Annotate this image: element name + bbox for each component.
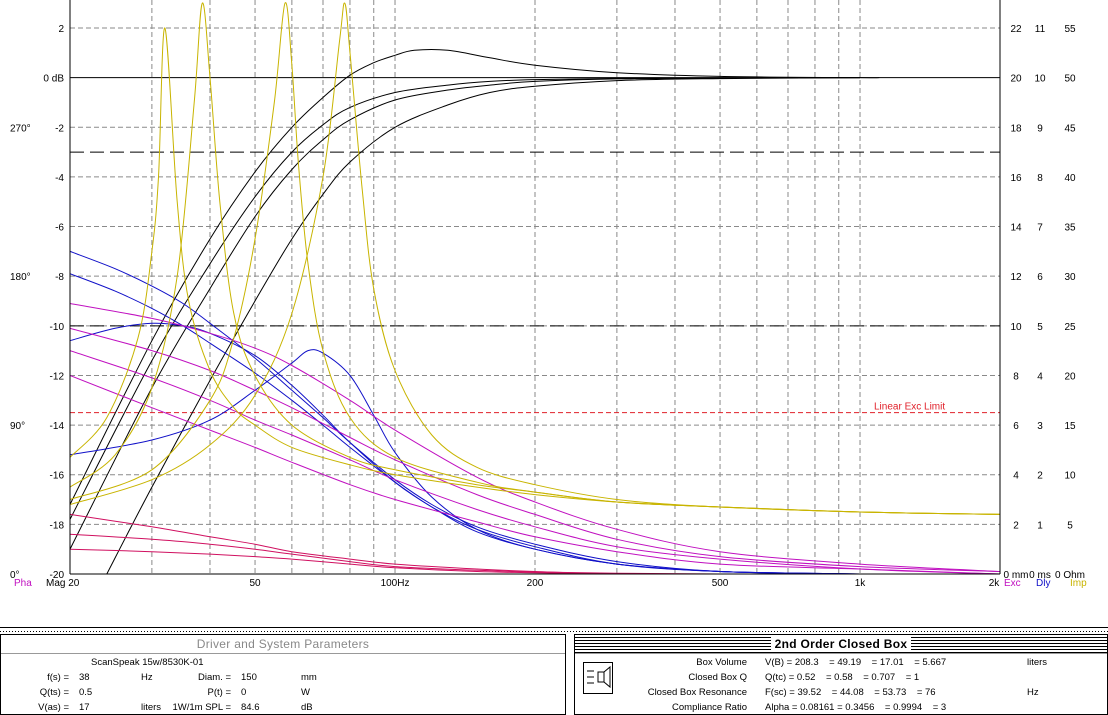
mag-tick-label: -6 (55, 223, 64, 234)
driver-param-cell: mm (301, 672, 317, 683)
driver-param-cell: Hz (141, 672, 153, 683)
imp-tick-label: 25 (1064, 322, 1076, 333)
driver-param-cell[interactable]: 17 (79, 702, 90, 713)
exc-tick-label: 10 (1010, 322, 1022, 333)
speaker-box-icon (583, 662, 613, 694)
dly-tick-label: 10 (1034, 74, 1046, 85)
magnitude-series-line (70, 77, 861, 550)
driver-param-cell[interactable]: 0.5 (79, 687, 92, 698)
driver-param-cell: liters (141, 702, 162, 713)
dly-tick-label: 3 (1037, 421, 1043, 432)
box-param-unit: liters (1027, 657, 1048, 668)
imp-tick-label: 35 (1064, 223, 1076, 234)
x-tick-label: 2k (989, 578, 1001, 589)
imp-tick-label: 5 (1067, 520, 1073, 531)
exc-tick-label: 22 (1010, 24, 1022, 35)
imp-tick-label: 55 (1064, 24, 1076, 35)
x-tick-label: 1k (855, 578, 867, 589)
phase-tick-label: 90° (10, 421, 25, 432)
driver-param-cell: W (301, 687, 310, 698)
excursion-series-line (70, 273, 861, 574)
imp-tick-label: 15 (1064, 421, 1076, 432)
imp-tick-label: 45 (1064, 123, 1076, 134)
driver-param-cell[interactable]: 84.6 (241, 702, 260, 713)
dly-tick-label: 8 (1037, 173, 1043, 184)
driver-panel[interactable]: Driver and System Parameters ScanSpeak 1… (0, 634, 566, 715)
driver-param-cell[interactable]: 150 (241, 672, 257, 683)
driver-param-cell: V(as) = (38, 702, 69, 713)
imp-tick-label: 40 (1064, 173, 1076, 184)
box-param-values[interactable]: Q(tc) = 0.52 = 0.58 = 0.707 = 1 (765, 672, 919, 683)
box-param-values[interactable]: F(sc) = 39.52 = 44.08 = 53.73 = 76 (765, 687, 936, 698)
driver-param-cell: Q(ts) = (39, 687, 69, 698)
exc-axis-label: Exc (1004, 578, 1021, 589)
excursion-series-line (70, 322, 861, 574)
box-param-label: Closed Box Q (688, 672, 747, 683)
x-tick-label: 200 (527, 578, 544, 589)
x-tick-label: 100Hz (381, 578, 410, 589)
driver-name: ScanSpeak 15w/8530K-01 (91, 657, 204, 668)
mag-tick-label: -10 (50, 322, 65, 333)
dly-tick-label: 6 (1037, 272, 1043, 283)
driver-param-cell[interactable]: 0 (241, 687, 246, 698)
driver-param-cell: P(t) = (207, 687, 232, 698)
x-tick-label: 50 (249, 578, 261, 589)
linear-exc-limit-label: Linear Exc Limit (874, 402, 945, 413)
phase-axis-label: Pha (14, 578, 32, 589)
magnitude-series-line (70, 49, 880, 505)
imp-tick-label: 30 (1064, 272, 1076, 283)
exc-tick-label: 18 (1010, 123, 1022, 134)
mag-tick-label: -18 (50, 520, 65, 531)
box-panel[interactable]: 2nd Order Closed Box Box Volume V(B) = 20… (574, 634, 1108, 715)
dly-tick-label: 5 (1037, 322, 1043, 333)
mag-tick-label: -16 (50, 471, 65, 482)
imp-tick-label: 20 (1064, 371, 1076, 382)
dly-tick-label: 9 (1037, 123, 1043, 134)
box-panel-title: 2nd Order Closed Box (575, 635, 1107, 654)
phase-tick-label: 270° (10, 123, 31, 134)
driver-param-cell: 1W/1m SPL = (172, 702, 231, 713)
exc-tick-label: 6 (1013, 421, 1019, 432)
exc-tick-label: 2 (1013, 520, 1019, 531)
driver-param-cell[interactable]: 38 (79, 672, 90, 683)
response-chart: Linear Exc Limit 2 0 dB -2 -4 -6 -8 -10 -12 -14 -1… (10, 0, 1087, 589)
imp-axis-label: Imp (1070, 578, 1087, 589)
box-param-values[interactable]: Alpha = 0.08161 = 0.3456 = 0.9994 = 3 (765, 702, 946, 713)
dly-tick-label: 11 (1035, 24, 1046, 35)
exc-tick-label: 14 (1010, 223, 1022, 234)
driver-param-cell: f(s) = (47, 672, 69, 683)
phase-tick-label: 180° (10, 272, 31, 283)
driver-panel-title: Driver and System Parameters (1, 635, 565, 654)
exc-tick-label: 12 (1010, 272, 1022, 283)
mag-tick-label: -14 (50, 421, 65, 432)
exc-tick-label: 20 (1010, 74, 1022, 85)
dly-axis-label: Dly (1036, 578, 1050, 589)
dly-tick-label: 7 (1037, 223, 1043, 234)
driver-param-cell: Diam. = (198, 672, 231, 683)
mag-tick-label: -12 (50, 371, 65, 382)
mag-tick-label: 2 (58, 24, 64, 35)
dly-tick-label: 2 (1037, 471, 1043, 482)
imp-tick-label: 10 (1064, 471, 1076, 482)
mag-tick-label: -2 (55, 123, 64, 134)
imp-tick-label: 50 (1064, 74, 1076, 85)
driver-param-cell: dB (301, 702, 313, 713)
exc-tick-label: 4 (1013, 471, 1019, 482)
x-tick-label: 500 (712, 578, 729, 589)
box-param-label: Closed Box Resonance (647, 687, 747, 698)
mag-tick-label: -8 (55, 272, 64, 283)
box-param-unit: Hz (1027, 687, 1039, 698)
x-tick-label: Mag 20 (46, 578, 80, 589)
exc-tick-label: 8 (1013, 371, 1019, 382)
mag-tick-label: 0 dB (43, 74, 64, 85)
box-param-label: Compliance Ratio (672, 702, 747, 713)
box-param-label: Box Volume (696, 657, 747, 668)
dly-tick-label: 4 (1037, 371, 1043, 382)
exc-tick-label: 16 (1010, 173, 1022, 184)
dly-tick-label: 1 (1037, 520, 1043, 531)
box-param-values[interactable]: V(B) = 208.3 = 49.19 = 17.01 = 5.667 (765, 657, 946, 668)
mag-tick-label: -4 (55, 173, 64, 184)
chart-axes: Linear Exc Limit 2 0 dB -2 -4 -6 -8 -10 -12 -14 -1… (10, 0, 1087, 589)
